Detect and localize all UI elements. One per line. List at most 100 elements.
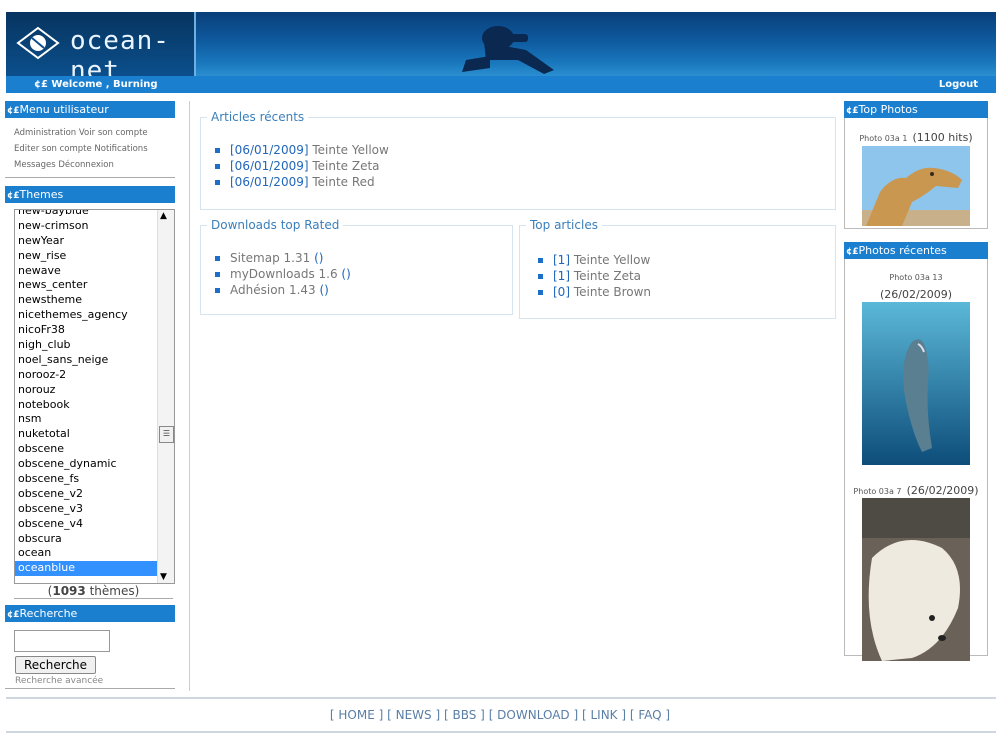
menu-link-logout[interactable]: Déconnexion [58,160,113,170]
menu-link-edit-account[interactable]: Editer son compte [14,144,92,154]
theme-option[interactable]: norooz-2 [15,368,157,383]
theme-items: new-bayblue new-crimson newYear new_rise new… [15,210,157,577]
menu-link-notifications[interactable]: Notifications [94,144,147,154]
footer-link-bbs[interactable]: [ BBS ] [444,708,485,722]
theme-option[interactable]: new-crimson [15,219,157,234]
top-articles-list: [1] Teinte Yellow [1] Teinte Zeta [0] Te… [538,252,651,300]
bullet-icon [215,271,220,277]
list-item[interactable]: myDownloads 1.6 () [215,266,351,282]
theme-option[interactable]: newave [15,264,157,279]
logo-text: ocean-net [70,26,170,76]
theme-option[interactable]: news_center [15,278,157,293]
photo-label: Photo 03a 1 [859,134,908,143]
logout-link[interactable]: Logout [939,79,978,90]
search-block-title: ¢£Recherche [5,605,175,622]
logo-icon [16,26,60,60]
recent-photos-block: Photo 03a 13 (26/02/2009) Photo 03a 7 (2… [844,259,988,661]
theme-option[interactable]: oceanblue [15,561,157,577]
menu-link-view-account[interactable]: Voir son compte [79,128,148,138]
footer-link-home[interactable]: [ HOME ] [330,708,383,722]
photo-hits: (1100 hits) [912,131,973,144]
theme-option[interactable]: nsm [15,412,157,427]
top-articles-box: Top articles [1] Teinte Yellow [1] Teint… [519,218,836,319]
theme-option[interactable]: newYear [15,234,157,249]
polar-bear-photo[interactable] [862,498,970,661]
scroll-up-icon[interactable]: ▲ [160,211,167,221]
bullet-icon [215,179,220,185]
footer-nav: [ HOME ] [ NEWS ] [ BBS ] [ DOWNLOAD ] [… [0,708,1000,722]
menu-link-messages[interactable]: Messages [14,160,56,170]
bullet-icon [538,273,543,279]
theme-option[interactable]: nuketotal [15,427,157,442]
recent-photos-title: ¢£Photos récentes [844,242,988,259]
downloads-list: Sitemap 1.31 () myDownloads 1.6 () Adhés… [215,250,351,298]
footer-link-download[interactable]: [ DOWNLOAD ] [489,708,578,722]
right-sidebar: ¢£Top Photos Photo 03a 1 (1100 hits) ¢£P… [844,101,988,661]
theme-option[interactable]: nicethemes_agency [15,308,157,323]
theme-option[interactable]: nicoFr38 [15,323,157,338]
dolphin-photo[interactable] [862,302,970,465]
diver-image [462,26,554,74]
left-sidebar: ¢£Menu utilisateur Administration Voir s… [5,101,175,689]
bullet-icon [215,287,220,293]
theme-option[interactable]: obscene [15,442,157,457]
bullet-icon [538,257,543,263]
theme-option[interactable]: norouz [15,383,157,398]
search-block: Recherche Recherche avancée [5,622,175,689]
theme-option[interactable]: new_rise [15,249,157,264]
themes-block-title: ¢£Themes [5,186,175,203]
list-item[interactable]: Sitemap 1.31 () [215,250,351,266]
footer-link-news[interactable]: [ NEWS ] [387,708,440,722]
theme-option[interactable]: noel_sans_neige [15,353,157,368]
photo-date: (26/02/2009) [880,288,952,301]
search-input[interactable] [14,630,110,652]
advanced-search-link[interactable]: Recherche avancée [15,676,175,688]
theme-option[interactable]: obscene_v2 [15,487,157,502]
theme-option[interactable]: new-bayblue [15,210,157,219]
theme-option[interactable]: newstheme [15,293,157,308]
footer-top-line [6,697,996,699]
list-item[interactable]: [06/01/2009] Teinte Red [215,174,389,190]
list-item[interactable]: [1] Teinte Yellow [538,252,651,268]
theme-option[interactable]: ocean [15,546,157,561]
theme-select-list[interactable]: new-bayblue new-crimson newYear new_rise new… [14,209,175,584]
theme-option[interactable]: obscene_v4 [15,517,157,532]
theme-option[interactable]: obscene_dynamic [15,457,157,472]
theme-option[interactable]: notebook [15,398,157,413]
menu-block-title: ¢£Menu utilisateur [5,101,175,118]
top-photos-block: Photo 03a 1 (1100 hits) [844,118,988,229]
bullet-icon [215,255,220,261]
menu-link-admin[interactable]: Administration [14,128,76,138]
logo[interactable]: ocean-net [6,12,196,76]
footer-link-link[interactable]: [ LINK ] [582,708,626,722]
header-banner: ocean-net [6,12,996,76]
top-articles-title: Top articles [526,218,602,232]
list-item[interactable]: [1] Teinte Zeta [538,268,651,284]
search-button[interactable]: Recherche [15,656,97,674]
footer-bottom-line [6,731,996,733]
theme-option[interactable]: obscura [15,532,157,547]
footer-link-faq[interactable]: [ FAQ ] [630,708,670,722]
user-menu: Administration Voir son compte Editer so… [5,118,175,178]
list-item[interactable]: [0] Teinte Brown [538,284,651,300]
downloads-box: Downloads top Rated Sitemap 1.31 () myDo… [200,218,513,315]
recent-articles-box: Articles récents [06/01/2009] Teinte Yel… [200,110,836,210]
theme-option[interactable]: nigh_club [15,338,157,353]
column-divider [189,101,190,691]
photo-label: Photo 03a 13 [889,273,943,282]
theme-count: (1093 thèmes) [14,584,173,599]
list-item[interactable]: Adhésion 1.43 () [215,282,351,298]
bullet-icon [215,147,220,153]
welcome-text: ¢£ Welcome , Burning [34,79,158,90]
photo-label: Photo 03a 7 [853,487,902,496]
photo-date: (26/02/2009) [906,484,979,497]
theme-option[interactable]: obscene_v3 [15,502,157,517]
theme-option[interactable]: obscene_fs [15,472,157,487]
list-item[interactable]: [06/01/2009] Teinte Yellow [215,142,389,158]
scroll-thumb[interactable]: ☰ [159,426,174,443]
theme-scrollbar[interactable]: ▲ ☰ ▼ [157,210,174,583]
scroll-down-icon[interactable]: ▼ [160,572,167,582]
top-photos-title: ¢£Top Photos [844,101,988,118]
list-item[interactable]: [06/01/2009] Teinte Zeta [215,158,389,174]
camel-photo[interactable] [862,146,970,226]
